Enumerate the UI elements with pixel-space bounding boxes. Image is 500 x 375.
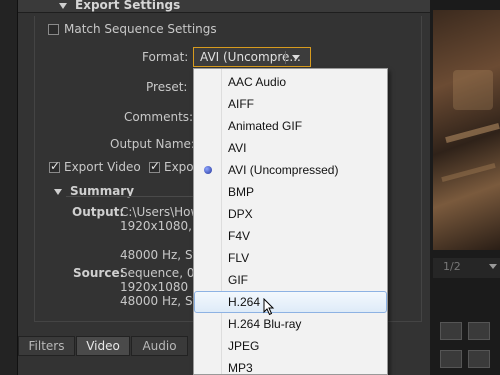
preset-label: Preset: [146,80,188,94]
format-option-aiff[interactable]: AIFF [194,93,387,115]
radio-selected-icon [204,166,212,174]
source-label: Source: [73,266,125,280]
match-sequence-label: Match Sequence Settings [64,22,217,36]
format-option-mp3[interactable]: MP3 [194,357,387,374]
format-option-f4v[interactable]: F4V [194,225,387,247]
format-option-animated-gif[interactable]: Animated GIF [194,115,387,137]
left-panel-strip [0,0,18,375]
tab-audio[interactable]: Audio [131,336,188,356]
format-option-jpeg[interactable]: JPEG [194,335,387,357]
mark-out-button[interactable] [468,322,490,340]
export-video-checkbox[interactable] [49,159,60,173]
zoom-level[interactable]: 1/2 [443,260,461,273]
format-label: Format: [142,50,189,64]
tab-video[interactable]: Video [76,336,130,356]
output-label: Output: [72,205,125,219]
section-title: Export Settings [75,0,181,12]
format-option-avi[interactable]: AVI [194,137,387,159]
format-option-h264[interactable]: H.264 [194,291,387,313]
set-out-button[interactable] [468,350,490,368]
comments-label: Comments: [124,110,194,124]
set-in-button[interactable] [440,350,462,368]
tab-filters[interactable]: Filters [18,336,75,356]
collapse-triangle-icon[interactable] [59,3,67,9]
output-line: C:\Users\How [120,205,201,219]
preview-controls: 1/2 [433,258,500,278]
format-option-h264-blu-ray[interactable]: H.264 Blu-ray [194,313,387,335]
select-divider [285,51,286,64]
format-option-aac-audio[interactable]: AAC Audio [194,71,387,93]
chevron-down-icon[interactable] [489,264,497,269]
format-select[interactable]: AVI (Uncompre... [193,47,311,67]
export-audio-checkbox[interactable] [149,159,160,173]
format-option-dpx[interactable]: DPX [194,203,387,225]
output-name-label: Output Name: [110,137,195,151]
export-video-label: Export Video [64,160,141,174]
export-settings-header[interactable]: Export Settings [18,0,430,13]
chevron-down-icon[interactable] [292,55,300,60]
format-option-gif[interactable]: GIF [194,269,387,291]
mark-in-button[interactable] [440,322,462,340]
match-sequence-checkbox[interactable] [48,24,59,35]
format-option-flv[interactable]: FLV [194,247,387,269]
format-option-avi-uncompressed[interactable]: AVI (Uncompressed) [194,159,387,181]
format-dropdown-list: AAC Audio AIFF Animated GIF AVI AVI (Unc… [193,68,388,375]
mouse-pointer-icon [263,298,275,316]
summary-collapse-triangle-icon[interactable] [54,189,62,195]
preview-frame-image [433,10,500,250]
format-option-bmp[interactable]: BMP [194,181,387,203]
